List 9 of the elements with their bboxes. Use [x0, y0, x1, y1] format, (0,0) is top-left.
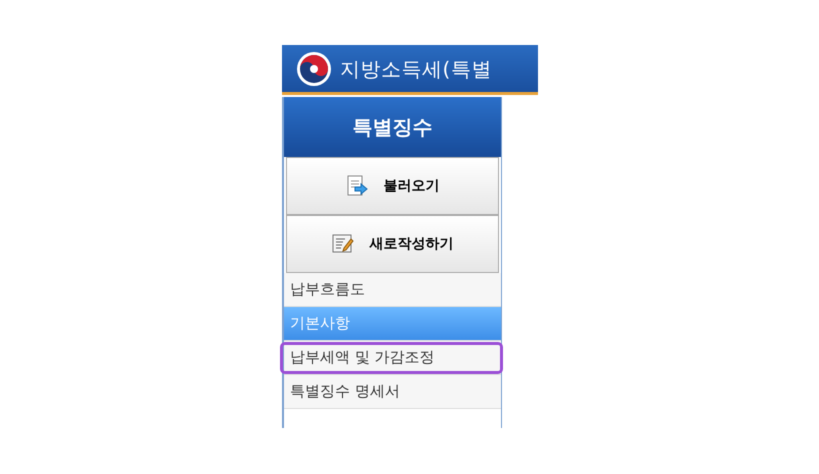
document-pencil-icon [332, 234, 354, 254]
menu-item[interactable]: 납부흐름도 [284, 273, 501, 307]
emblem-icon [296, 50, 332, 86]
document-arrow-icon [346, 175, 368, 197]
sidebar-button[interactable]: 불러오기 [286, 157, 499, 215]
menu-item[interactable]: 특별징수 명세서 [284, 375, 501, 409]
window-title: 지방소득세(특별 [340, 56, 492, 82]
sidebar-header: 특별징수 [284, 97, 501, 157]
sidebar-button[interactable]: 새로작성하기 [286, 215, 499, 273]
